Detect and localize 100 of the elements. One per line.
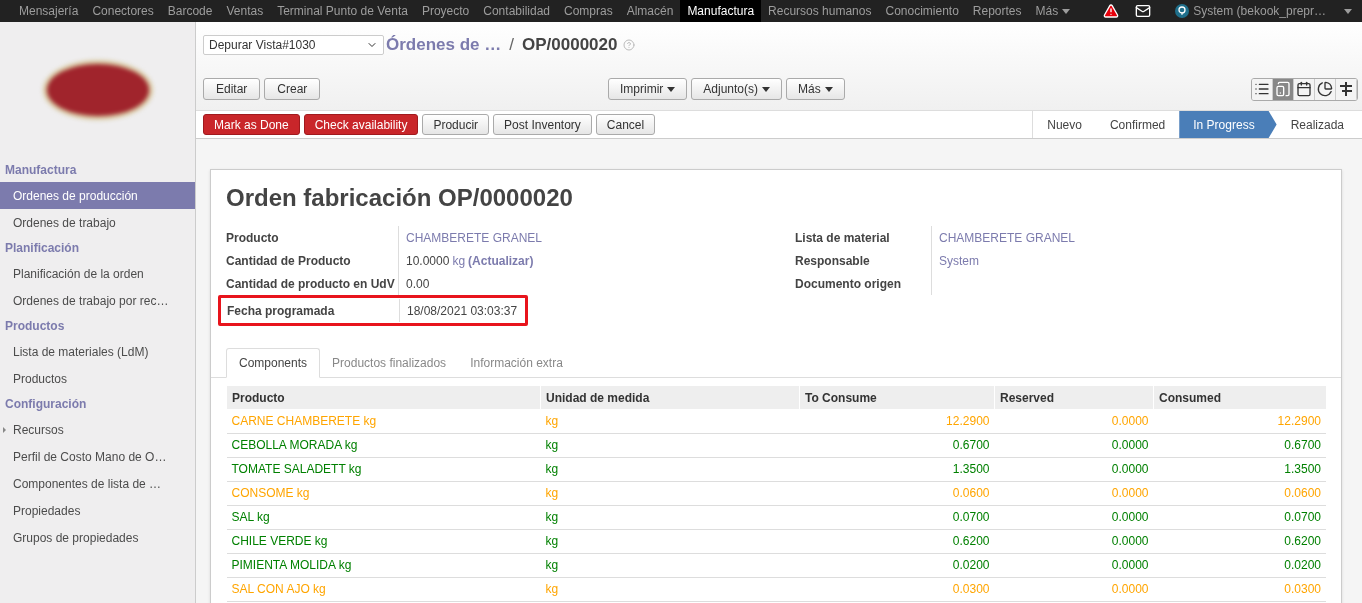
view-switch-button[interactable] bbox=[1252, 78, 1273, 100]
action-button[interactable]: Crear bbox=[264, 78, 321, 100]
field-value-link[interactable]: CHAMBERETE GRANEL bbox=[406, 228, 543, 247]
view-switch-button[interactable] bbox=[1294, 78, 1315, 100]
user-menu[interactable]: System (bekook_prepr… bbox=[1175, 2, 1352, 20]
top-menu-item[interactable]: Reportes bbox=[965, 0, 1029, 22]
top-menu-item[interactable]: Más bbox=[1028, 0, 1078, 22]
sidebar-item[interactable]: Propiedades bbox=[0, 497, 195, 524]
table-cell: 0.6200 bbox=[1153, 529, 1326, 553]
field-label: Responsable bbox=[795, 252, 871, 270]
table-cell: PIMIENTA MOLIDA kg bbox=[226, 553, 541, 577]
sidebar-section-title: Manufactura bbox=[4, 162, 78, 179]
table-cell: 0.0600 bbox=[799, 481, 995, 505]
field-value-link[interactable]: System bbox=[939, 251, 979, 270]
dropdown-button[interactable]: Adjunto(s) bbox=[691, 78, 783, 100]
caret-icon bbox=[1344, 8, 1352, 14]
table-cell: 0.0000 bbox=[994, 481, 1154, 505]
sidebar-section-title: Configuración bbox=[4, 396, 88, 413]
status-step[interactable]: In Progress bbox=[1179, 111, 1277, 138]
table-cell: 0.0000 bbox=[994, 529, 1154, 553]
dropdown-button[interactable]: Más bbox=[786, 78, 845, 100]
workflow-button[interactable]: Mark as Done bbox=[203, 114, 300, 135]
column-header[interactable]: Unidad de medida bbox=[540, 386, 800, 409]
sidebar-item[interactable]: Lista de materiales (LdM) bbox=[0, 338, 195, 365]
breadcrumb-link[interactable]: Órdenes de … bbox=[386, 32, 502, 58]
table-cell: 0.0000 bbox=[994, 505, 1154, 529]
field-label: Documento origen bbox=[795, 275, 902, 293]
dropdown-button[interactable]: Imprimir bbox=[608, 78, 688, 100]
sidebar-item[interactable]: Productos bbox=[0, 365, 195, 392]
caret-icon bbox=[824, 86, 833, 92]
column-header[interactable]: Reserved bbox=[994, 386, 1154, 409]
sidebar-section-title: Productos bbox=[4, 318, 66, 335]
field-value: 10.0000 bbox=[406, 252, 450, 270]
table-cell: kg bbox=[540, 505, 800, 529]
breadcrumb-current: OP/0000020 bbox=[522, 34, 618, 57]
form-title: Orden fabricación OP/0000020 bbox=[226, 183, 574, 213]
calendar-icon bbox=[1296, 81, 1312, 97]
top-menu-item[interactable]: Proyecto bbox=[414, 0, 477, 22]
table-cell: CARNE CHAMBERETE kg bbox=[226, 409, 541, 433]
sidebar-item[interactable]: Grupos de propiedades bbox=[0, 524, 195, 551]
table-cell: 0.0300 bbox=[799, 577, 995, 601]
sidebar-item[interactable]: Recursos bbox=[0, 416, 195, 443]
top-menu-item[interactable]: Manufactura bbox=[680, 0, 762, 22]
action-button[interactable]: Editar bbox=[203, 78, 261, 100]
workflow-button[interactable]: Post Inventory bbox=[493, 114, 592, 135]
workflow-button[interactable]: Check availability bbox=[303, 114, 419, 135]
top-menu-item[interactable]: Conocimiento bbox=[878, 0, 966, 22]
table-cell: 0.0600 bbox=[1153, 481, 1326, 505]
update-link[interactable]: (Actualizar) bbox=[468, 251, 534, 270]
top-menu-item[interactable]: Mensajería bbox=[12, 0, 86, 22]
sidebar-item[interactable]: Ordenes de trabajo bbox=[0, 209, 195, 236]
table-cell: 0.6200 bbox=[799, 529, 995, 553]
field-value-link[interactable]: CHAMBERETE GRANEL bbox=[939, 228, 1076, 247]
view-switch-button[interactable] bbox=[1273, 78, 1294, 100]
notebook-tab[interactable]: Components bbox=[226, 348, 321, 378]
table-cell: kg bbox=[540, 577, 800, 601]
table-cell: CONSOME kg bbox=[226, 481, 541, 505]
user-avatar-icon bbox=[1175, 4, 1190, 18]
field-label: Lista de material bbox=[795, 229, 891, 247]
top-menu-item[interactable]: Almacén bbox=[619, 0, 681, 22]
unit-link[interactable]: kg bbox=[452, 251, 466, 270]
top-menu-item[interactable]: Ventas bbox=[219, 0, 271, 22]
pie-chart-icon bbox=[1317, 81, 1333, 97]
sidebar-item[interactable]: Planificación de la orden bbox=[0, 260, 195, 287]
table-cell: 1.3500 bbox=[1153, 457, 1326, 481]
table-cell: 0.0000 bbox=[994, 577, 1154, 601]
gantt-icon bbox=[1338, 81, 1354, 97]
top-menu-item[interactable]: Compras bbox=[557, 0, 620, 22]
table-cell: 0.0000 bbox=[994, 553, 1154, 577]
sidebar-item[interactable]: Ordenes de producción bbox=[0, 182, 195, 209]
sidebar-item[interactable]: Ordenes de trabajo por rec… bbox=[0, 287, 195, 314]
warning-icon[interactable] bbox=[1103, 3, 1120, 19]
table-cell: 0.0300 bbox=[1153, 577, 1326, 601]
table-cell: kg bbox=[540, 553, 800, 577]
table-cell: 0.0000 bbox=[994, 409, 1154, 433]
top-menu-item[interactable]: Contabilidad bbox=[476, 0, 557, 22]
top-menu-item[interactable]: Recursos humanos bbox=[761, 0, 879, 22]
top-menu-item[interactable]: Conectores bbox=[85, 0, 161, 22]
notebook-tab[interactable]: Productos finalizados bbox=[320, 348, 459, 378]
caret-icon bbox=[762, 86, 771, 92]
sidebar-item[interactable]: Perfil de Costo Mano de O… bbox=[0, 443, 195, 470]
top-menu-item[interactable]: Barcode bbox=[160, 0, 220, 22]
table-cell: 0.0200 bbox=[1153, 553, 1326, 577]
top-menu-item[interactable]: Terminal Punto de Venta bbox=[270, 0, 415, 22]
workflow-button[interactable]: Producir bbox=[422, 114, 490, 135]
workflow-button[interactable]: Cancel bbox=[595, 114, 656, 135]
column-header[interactable]: Producto bbox=[226, 386, 541, 409]
table-cell: 0.0000 bbox=[994, 457, 1154, 481]
table-cell: 0.6700 bbox=[1153, 433, 1326, 457]
column-header[interactable]: Consumed bbox=[1153, 386, 1326, 409]
table-cell: SAL CON AJO kg bbox=[226, 577, 541, 601]
debug-view-select[interactable]: Depurar Vista#1030 bbox=[203, 35, 384, 55]
view-switch-button[interactable] bbox=[1315, 78, 1336, 100]
table-cell: 1.3500 bbox=[799, 457, 995, 481]
field-label: Cantidad de producto en UdV bbox=[226, 275, 396, 293]
column-header[interactable]: To Consume bbox=[799, 386, 995, 409]
notebook-tab[interactable]: Información extra bbox=[458, 348, 575, 378]
sidebar-item[interactable]: Componentes de lista de … bbox=[0, 470, 195, 497]
field-value: 18/08/2021 03:03:37 bbox=[407, 302, 518, 320]
mail-icon[interactable] bbox=[1135, 3, 1152, 19]
